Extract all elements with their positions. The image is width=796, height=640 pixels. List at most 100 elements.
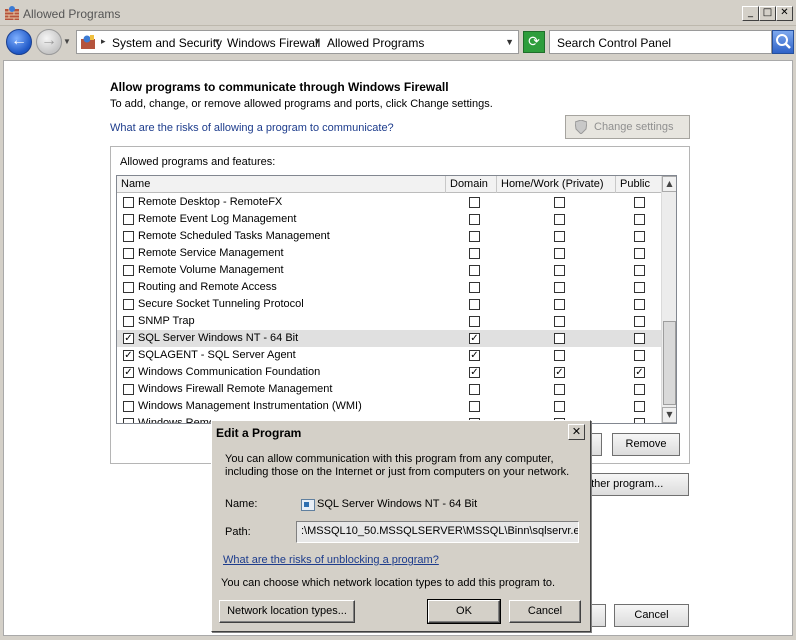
breadcrumb-system-security[interactable]: System and Security [112, 36, 222, 50]
enable-checkbox[interactable] [123, 418, 134, 423]
home-work-checkbox[interactable] [554, 333, 565, 344]
domain-checkbox[interactable]: ✓ [469, 333, 480, 344]
path-field[interactable]: :\MSSQL10_50.MSSQLSERVER\MSSQL\Binn\sqls… [296, 521, 579, 543]
enable-checkbox[interactable] [123, 248, 134, 259]
domain-checkbox[interactable] [469, 214, 480, 225]
list-item[interactable]: Windows Management Instrumentation (WMI) [117, 398, 661, 415]
maximize-button[interactable]: □ [759, 6, 776, 21]
home-work-checkbox[interactable] [554, 248, 565, 259]
home-work-checkbox[interactable] [554, 265, 565, 276]
list-item[interactable]: Remote Volume Management [117, 262, 661, 279]
column-home-work[interactable]: Home/Work (Private) [497, 176, 616, 193]
home-work-checkbox[interactable] [554, 299, 565, 310]
list-item[interactable]: SNMP Trap [117, 313, 661, 330]
home-work-checkbox[interactable]: ✓ [554, 367, 565, 378]
enable-checkbox[interactable]: ✓ [123, 333, 134, 344]
ok-button[interactable]: OK [427, 599, 501, 624]
home-work-checkbox[interactable] [554, 384, 565, 395]
list-item[interactable]: Remote Desktop - RemoteFX [117, 194, 661, 211]
public-checkbox[interactable] [634, 197, 645, 208]
list-item[interactable]: Secure Socket Tunneling Protocol [117, 296, 661, 313]
public-checkbox[interactable] [634, 265, 645, 276]
home-work-checkbox[interactable] [554, 282, 565, 293]
public-checkbox[interactable] [634, 333, 645, 344]
forward-button[interactable]: → [36, 29, 62, 55]
breadcrumb-windows-firewall[interactable]: Windows Firewall [227, 36, 320, 50]
domain-checkbox[interactable]: ✓ [469, 367, 480, 378]
public-checkbox[interactable] [634, 282, 645, 293]
risks-link[interactable]: What are the risks of allowing a program… [110, 122, 394, 134]
domain-checkbox[interactable] [469, 299, 480, 310]
enable-checkbox[interactable]: ✓ [123, 367, 134, 378]
public-checkbox[interactable] [634, 418, 645, 423]
public-checkbox[interactable] [634, 299, 645, 310]
home-work-checkbox[interactable] [554, 197, 565, 208]
home-work-checkbox[interactable] [554, 401, 565, 412]
public-checkbox[interactable] [634, 231, 645, 242]
close-button[interactable]: ✕ [776, 6, 793, 21]
domain-checkbox[interactable] [469, 384, 480, 395]
unblock-risks-link[interactable]: What are the risks of unblocking a progr… [223, 554, 439, 566]
column-name[interactable]: Name [117, 176, 446, 193]
enable-checkbox[interactable] [123, 197, 134, 208]
domain-checkbox[interactable] [469, 197, 480, 208]
column-domain[interactable]: Domain [446, 176, 497, 193]
domain-checkbox[interactable] [469, 231, 480, 242]
list-scrollbar[interactable]: ▲ ▼ [661, 176, 676, 423]
scroll-up-button[interactable]: ▲ [662, 176, 676, 192]
minimize-button[interactable]: _ [742, 6, 759, 21]
enable-checkbox[interactable] [123, 214, 134, 225]
network-location-types-button[interactable]: Network location types... [219, 600, 355, 623]
public-checkbox[interactable] [634, 384, 645, 395]
public-checkbox[interactable] [634, 316, 645, 327]
remove-button[interactable]: Remove [612, 433, 680, 456]
domain-checkbox[interactable] [469, 248, 480, 259]
breadcrumb-separator[interactable]: ▸ [101, 36, 106, 47]
home-work-checkbox[interactable] [554, 316, 565, 327]
public-checkbox[interactable]: ✓ [634, 367, 645, 378]
domain-checkbox[interactable] [469, 265, 480, 276]
enable-checkbox[interactable] [123, 299, 134, 310]
public-checkbox[interactable] [634, 401, 645, 412]
list-item[interactable]: Remote Scheduled Tasks Management [117, 228, 661, 245]
list-item[interactable]: Routing and Remote Access [117, 279, 661, 296]
enable-checkbox[interactable] [123, 282, 134, 293]
public-checkbox[interactable] [634, 214, 645, 225]
refresh-button[interactable]: ⟳ [523, 31, 545, 53]
address-dropdown-icon[interactable]: ▼ [505, 37, 514, 47]
domain-checkbox[interactable] [469, 316, 480, 327]
list-item[interactable]: ✓ Windows Communication Foundation ✓ ✓ ✓ [117, 364, 661, 381]
list-item[interactable]: Windows Firewall Remote Management [117, 381, 661, 398]
list-item[interactable]: ✓ SQLAGENT - SQL Server Agent ✓ [117, 347, 661, 364]
home-work-checkbox[interactable] [554, 231, 565, 242]
recent-pages-dropdown[interactable]: ▼ [63, 37, 73, 47]
public-checkbox[interactable] [634, 350, 645, 361]
search-button[interactable] [772, 30, 794, 54]
back-button[interactable]: ← [6, 29, 32, 55]
enable-checkbox[interactable] [123, 231, 134, 242]
dialog-close-button[interactable]: ✕ [568, 424, 585, 440]
scroll-thumb[interactable] [663, 321, 676, 405]
breadcrumb-separator[interactable]: ▾ [315, 36, 320, 47]
breadcrumb-separator[interactable]: ▾ [215, 36, 220, 47]
programs-list[interactable]: Name Domain Home/Work (Private) Public R… [116, 175, 677, 424]
cancel-button[interactable]: Cancel [509, 600, 581, 623]
enable-checkbox[interactable]: ✓ [123, 350, 134, 361]
domain-checkbox[interactable] [469, 282, 480, 293]
public-checkbox[interactable] [634, 248, 645, 259]
home-work-checkbox[interactable] [554, 350, 565, 361]
domain-checkbox[interactable] [469, 401, 480, 412]
domain-checkbox[interactable]: ✓ [469, 350, 480, 361]
enable-checkbox[interactable] [123, 401, 134, 412]
enable-checkbox[interactable] [123, 265, 134, 276]
address-box[interactable]: ▸ System and Security ▾ Windows Firewall… [76, 30, 519, 54]
enable-checkbox[interactable] [123, 316, 134, 327]
cancel-button-main[interactable]: Cancel [614, 604, 689, 627]
enable-checkbox[interactable] [123, 384, 134, 395]
list-item[interactable]: ✓ SQL Server Windows NT - 64 Bit ✓ [117, 330, 661, 347]
list-item[interactable]: Remote Event Log Management [117, 211, 661, 228]
column-public[interactable]: Public [616, 176, 661, 193]
search-input[interactable]: Search Control Panel [549, 30, 772, 54]
list-item[interactable]: Remote Service Management [117, 245, 661, 262]
scroll-down-button[interactable]: ▼ [662, 407, 676, 423]
